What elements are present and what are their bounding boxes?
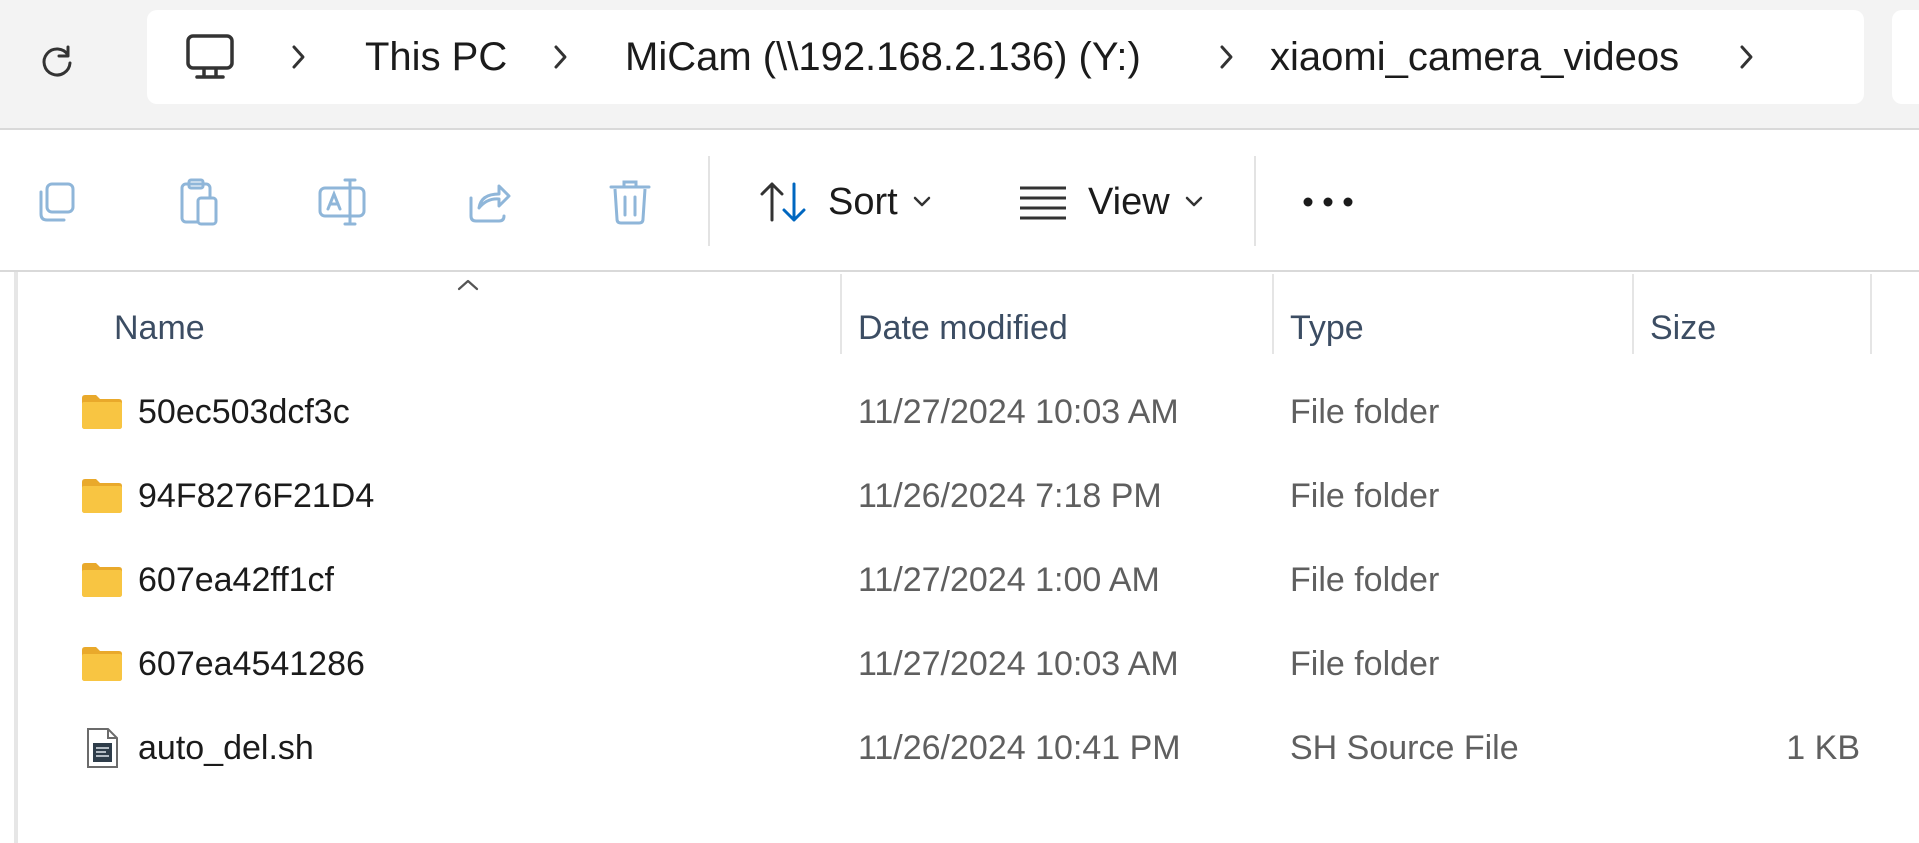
breadcrumb-xiaomi-camera-videos[interactable]: xiaomi_camera_videos: [1270, 10, 1679, 104]
file-name: 607ea42ff1cf: [138, 560, 334, 599]
file-date-modified: 11/26/2024 10:41 PM: [858, 728, 1181, 767]
toolbar-separator: [1254, 156, 1256, 246]
file-type: SH Source File: [1290, 728, 1519, 767]
file-row[interactable]: 50ec503dcf3c 11/27/2024 10:03 AM File fo…: [60, 370, 1860, 454]
file-name: 50ec503dcf3c: [138, 392, 350, 431]
search-box-edge[interactable]: [1892, 10, 1919, 104]
file-row[interactable]: 607ea4541286 11/27/2024 10:03 AM File fo…: [60, 622, 1860, 706]
file-size: [1640, 622, 1860, 706]
column-header-size-label: Size: [1650, 308, 1717, 347]
file-size: 1 KB: [1786, 728, 1860, 767]
column-divider[interactable]: [1272, 274, 1274, 354]
folder-icon: [82, 563, 122, 597]
sort-button[interactable]: Sort: [758, 170, 932, 234]
column-header-size[interactable]: Size: [1650, 292, 1870, 364]
script-file-icon: [87, 728, 118, 768]
column-header-name-label: Name: [114, 308, 205, 347]
file-date-modified: 11/27/2024 1:00 AM: [858, 560, 1160, 599]
trash-icon: [609, 180, 651, 225]
file-row[interactable]: 94F8276F21D4 11/26/2024 7:18 PM File fol…: [60, 454, 1860, 538]
column-divider[interactable]: [1870, 274, 1872, 354]
address-bar[interactable]: This PC MiCam (\\192.168.2.136) (Y:) xia…: [147, 10, 1864, 104]
file-name: 94F8276F21D4: [138, 476, 375, 515]
column-header-date-label: Date modified: [858, 308, 1068, 347]
file-size: [1640, 370, 1860, 454]
copy-button[interactable]: [24, 170, 88, 234]
navigation-pane-edge[interactable]: [14, 272, 18, 843]
address-area: This PC MiCam (\\192.168.2.136) (Y:) xia…: [0, 0, 1919, 130]
rename-button[interactable]: [310, 170, 374, 234]
copy-icon: [39, 182, 75, 222]
paste-icon: [180, 178, 218, 226]
file-list: Name Date modified Type Size 50ec503dcf3…: [0, 272, 1919, 843]
breadcrumb-chevron-icon[interactable]: [1727, 10, 1767, 104]
file-type: File folder: [1290, 392, 1440, 431]
file-name: 607ea4541286: [138, 644, 365, 683]
toolbar-separator: [708, 156, 710, 246]
file-date-modified: 11/26/2024 7:18 PM: [858, 476, 1162, 515]
share-button[interactable]: [456, 170, 520, 234]
file-type: File folder: [1290, 644, 1440, 683]
column-divider[interactable]: [840, 274, 842, 354]
breadcrumb-chevron-icon[interactable]: [541, 10, 581, 104]
column-header-type[interactable]: Type: [1290, 292, 1632, 364]
folder-icon: [82, 395, 122, 429]
sort-label: Sort: [828, 180, 898, 223]
breadcrumb-micam-drive[interactable]: MiCam (\\192.168.2.136) (Y:): [625, 10, 1141, 104]
view-label: View: [1088, 180, 1170, 223]
share-icon: [469, 184, 511, 223]
view-button[interactable]: View: [1018, 170, 1204, 234]
file-type: File folder: [1290, 560, 1440, 599]
column-header-type-label: Type: [1290, 308, 1364, 347]
file-row[interactable]: auto_del.sh 11/26/2024 10:41 PM SH Sourc…: [60, 706, 1860, 790]
rename-icon: [318, 178, 366, 226]
file-size: [1640, 538, 1860, 622]
breadcrumb-chevron-icon[interactable]: [279, 10, 319, 104]
more-options-button[interactable]: [1298, 170, 1358, 234]
folder-icon: [82, 479, 122, 513]
more-icon: [1303, 197, 1353, 207]
file-size: [1640, 454, 1860, 538]
file-type: File folder: [1290, 476, 1440, 515]
chevron-down-icon: [1185, 196, 1202, 207]
column-divider[interactable]: [1632, 274, 1634, 354]
sort-icon: [760, 182, 806, 222]
column-header-name[interactable]: Name: [114, 292, 840, 364]
delete-button[interactable]: [598, 170, 662, 234]
command-bar: Sort View: [0, 130, 1919, 272]
file-name: auto_del.sh: [138, 728, 314, 767]
refresh-button[interactable]: [30, 34, 84, 88]
chevron-down-icon: [913, 196, 930, 207]
refresh-icon: [42, 45, 72, 77]
column-header-date[interactable]: Date modified: [858, 292, 1272, 364]
view-details-icon: [1020, 186, 1066, 220]
file-row[interactable]: 607ea42ff1cf 11/27/2024 1:00 AM File fol…: [60, 538, 1860, 622]
folder-icon: [82, 647, 122, 681]
breadcrumb-this-pc[interactable]: This PC: [365, 10, 507, 104]
this-pc-icon: [185, 33, 235, 86]
breadcrumb-chevron-icon[interactable]: [1207, 10, 1247, 104]
paste-button[interactable]: [166, 170, 230, 234]
file-date-modified: 11/27/2024 10:03 AM: [858, 644, 1179, 683]
file-date-modified: 11/27/2024 10:03 AM: [858, 392, 1179, 431]
